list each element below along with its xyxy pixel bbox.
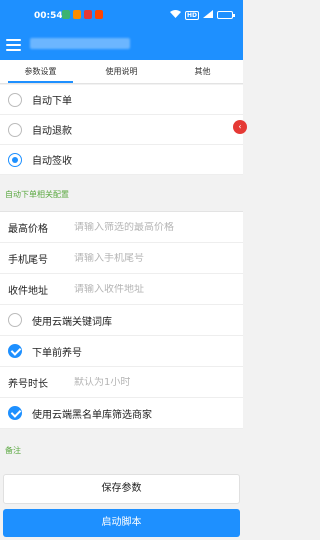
notification-icon bbox=[73, 10, 81, 19]
radio-icon[interactable] bbox=[8, 92, 22, 107]
battery-icon bbox=[217, 11, 235, 19]
status-bar: 00:54 HD bbox=[0, 0, 243, 31]
nurture-before-label: 下单前养号 bbox=[32, 347, 82, 359]
status-time: 00:54 bbox=[34, 11, 63, 21]
notes-header: 备注 bbox=[0, 429, 243, 469]
max-price-row: 最高价格 bbox=[0, 212, 243, 243]
radio-icon[interactable] bbox=[8, 122, 22, 137]
mode-label: 自动签收 bbox=[32, 156, 72, 167]
mode-auto-refund[interactable]: 自动退款 bbox=[0, 115, 243, 145]
checkbox-checked-icon[interactable] bbox=[8, 406, 22, 420]
tab-settings[interactable]: 参数设置 bbox=[0, 60, 81, 83]
notification-icon bbox=[62, 10, 70, 19]
max-price-label: 最高价格 bbox=[8, 223, 48, 235]
section-title: 自动下单相关配置 bbox=[5, 190, 69, 199]
nurture-duration-input[interactable] bbox=[74, 376, 234, 388]
notification-icon bbox=[95, 10, 103, 19]
save-params-button[interactable]: 保存参数 bbox=[3, 474, 240, 504]
mode-auto-order[interactable]: 自动下单 bbox=[0, 85, 243, 115]
address-row: 收件地址 bbox=[0, 274, 243, 305]
cloud-blacklist-row[interactable]: 使用云端黑名单库筛选商家 bbox=[0, 398, 243, 429]
app-bar bbox=[0, 31, 243, 60]
phone-tail-row: 手机尾号 bbox=[0, 243, 243, 274]
checkbox-icon[interactable] bbox=[8, 313, 22, 327]
cloud-keywords-label: 使用云端关键词库 bbox=[32, 316, 112, 328]
mode-label: 自动退款 bbox=[32, 126, 72, 137]
nurture-before-row[interactable]: 下单前养号 bbox=[0, 336, 243, 367]
mode-auto-receipt[interactable]: 自动签收 bbox=[0, 145, 243, 175]
nurture-duration-label: 养号时长 bbox=[8, 378, 48, 390]
address-input[interactable] bbox=[74, 283, 234, 295]
hamburger-icon[interactable] bbox=[6, 39, 21, 51]
phone-tail-label: 手机尾号 bbox=[8, 254, 48, 266]
max-price-input[interactable] bbox=[74, 221, 234, 233]
cloud-blacklist-label: 使用云端黑名单库筛选商家 bbox=[32, 409, 152, 421]
signal-icon bbox=[203, 10, 213, 20]
section-header: 自动下单相关配置 bbox=[0, 177, 243, 212]
checkbox-checked-icon[interactable] bbox=[8, 344, 22, 358]
notes-title: 备注 bbox=[5, 446, 21, 455]
start-script-button[interactable]: 启动脚本 bbox=[3, 509, 240, 537]
notification-icon bbox=[84, 10, 92, 19]
notification-icons bbox=[62, 10, 103, 19]
radio-selected-icon[interactable] bbox=[8, 152, 22, 167]
chevron-left-icon[interactable]: ‹ bbox=[233, 120, 247, 134]
app-title-blurred bbox=[30, 38, 130, 49]
nurture-duration-row: 养号时长 bbox=[0, 367, 243, 398]
mode-label: 自动下单 bbox=[32, 96, 72, 107]
phone-tail-input[interactable] bbox=[74, 252, 234, 264]
cloud-keywords-row[interactable]: 使用云端关键词库 bbox=[0, 305, 243, 336]
settings-form: 最高价格 手机尾号 收件地址 使用云端关键词库 下单前养号 养号时长 使用云端黑… bbox=[0, 212, 243, 429]
tab-other[interactable]: 其他 bbox=[162, 60, 243, 83]
system-icons: HD bbox=[169, 10, 235, 20]
mode-list: 自动下单 自动退款 自动签收 ‹ bbox=[0, 85, 247, 175]
address-label: 收件地址 bbox=[8, 285, 48, 297]
wifi-icon bbox=[169, 10, 181, 20]
hd-badge: HD bbox=[184, 10, 199, 20]
tab-bar: 参数设置 使用说明 其他 bbox=[0, 60, 243, 84]
tab-instructions[interactable]: 使用说明 bbox=[81, 60, 162, 83]
